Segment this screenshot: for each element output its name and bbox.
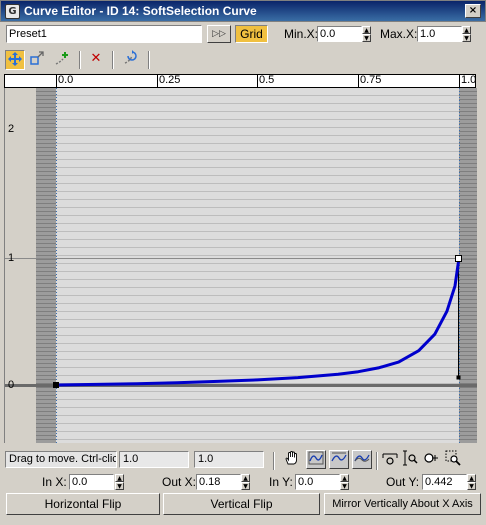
delete-point-icon[interactable]: ✕ (86, 50, 106, 70)
max-x-input[interactable]: 1.0 (417, 26, 462, 42)
zoom-vertical-extents-icon[interactable] (352, 450, 372, 469)
out-y-input[interactable]: 0.442 (422, 474, 467, 490)
out-y-spinner[interactable]: ▲ ▼ (467, 474, 476, 490)
ruler-tick (358, 75, 359, 87)
toolbar-separator (148, 51, 150, 69)
out-y-label: Out Y: (386, 475, 420, 489)
preset-arrows-button[interactable]: ▷▷ (207, 25, 231, 43)
zoom-horizontal-extents-icon[interactable] (329, 450, 349, 469)
status-separator (273, 452, 275, 470)
ruler-label: 1.0 (461, 74, 477, 86)
x-axis-ruler: 0.0 0.25 0.5 0.75 1.0 (4, 74, 476, 88)
min-x-input[interactable]: 0.0 (317, 26, 362, 42)
close-button[interactable]: × (465, 4, 481, 18)
curve-canvas[interactable] (5, 88, 477, 443)
insert-point-icon[interactable] (52, 50, 72, 70)
ruler-label: 0.25 (159, 74, 181, 86)
min-x-spinner[interactable]: ▲ ▼ (362, 26, 371, 42)
curve-key-start[interactable] (53, 382, 59, 388)
status-message: Drag to move. Ctrl-click to add/remove (5, 451, 117, 468)
out-x-spinner[interactable]: ▲ ▼ (241, 474, 250, 490)
y-axis-label: 0 (8, 379, 15, 391)
ruler-tick (157, 75, 158, 87)
status-separator (376, 452, 378, 470)
reset-curve-icon[interactable] (120, 50, 140, 70)
tangent-row: In X: 0.0 ▲ ▼ Out X: 0.18 ▲ ▼ In Y: 0.0 ▲ ▼… (0, 473, 486, 491)
ruler-label: 0.0 (58, 74, 74, 86)
pan-hand-icon[interactable] (281, 450, 301, 469)
zoom-region-icon[interactable] (443, 450, 463, 469)
preset-row: Preset1 ▷▷ Grid Min.X: 0.0 ▲ ▼ Max.X: 1.0… (0, 23, 486, 45)
window-title: Curve Editor - ID 14: SoftSelection Curv… (24, 4, 257, 18)
ruler-tick (56, 75, 57, 87)
mirror-button[interactable]: Mirror Vertically About X Axis (324, 493, 481, 515)
grid-toggle-button[interactable]: Grid (235, 25, 268, 43)
point-x-field[interactable]: 1.0 (119, 451, 189, 468)
max-x-label: Max.X: (380, 27, 418, 41)
in-x-input[interactable]: 0.0 (69, 474, 114, 490)
scale-icon[interactable] (27, 50, 47, 70)
out-x-input[interactable]: 0.18 (196, 474, 241, 490)
in-x-label: In X: (42, 475, 67, 489)
y-axis-label: 1 (8, 252, 15, 264)
max-x-spinner[interactable]: ▲ ▼ (462, 26, 471, 42)
in-x-spinner[interactable]: ▲ ▼ (115, 474, 124, 490)
toolbar-separator (112, 51, 114, 69)
zoom-icon[interactable] (421, 450, 441, 469)
point-y-field[interactable]: 1.0 (194, 451, 264, 468)
toolbar-separator (79, 51, 81, 69)
min-x-label: Min.X: (284, 27, 319, 41)
horizontal-flip-button[interactable]: Horizontal Flip (6, 493, 160, 515)
in-y-spinner[interactable]: ▲ ▼ (340, 474, 349, 490)
preset-input[interactable]: Preset1 (6, 25, 202, 43)
title-bar: G Curve Editor - ID 14: SoftSelection Cu… (0, 0, 486, 22)
ruler-label: 0.75 (360, 74, 382, 86)
ruler-label: 0.5 (259, 74, 275, 86)
vertical-flip-button[interactable]: Vertical Flip (163, 493, 320, 515)
ruler-tick (257, 75, 258, 87)
move-icon[interactable] (5, 50, 25, 70)
curve-key-end[interactable] (455, 255, 462, 262)
zoom-horizontal-icon[interactable] (380, 450, 400, 469)
app-icon: G (5, 4, 20, 19)
in-y-label: In Y: (269, 475, 293, 489)
in-y-input[interactable]: 0.0 (295, 474, 340, 490)
toolbar: ✕ (0, 48, 486, 72)
status-row: Drag to move. Ctrl-click to add/remove 1… (0, 448, 486, 470)
out-x-label: Out X: (162, 475, 197, 489)
curve-graph[interactable]: 2 1 0 (4, 88, 477, 443)
ruler-tick (459, 75, 460, 87)
y-axis-label: 2 (8, 123, 15, 135)
zoom-vertical-icon[interactable] (400, 450, 420, 469)
zoom-extents-icon[interactable] (306, 450, 326, 469)
